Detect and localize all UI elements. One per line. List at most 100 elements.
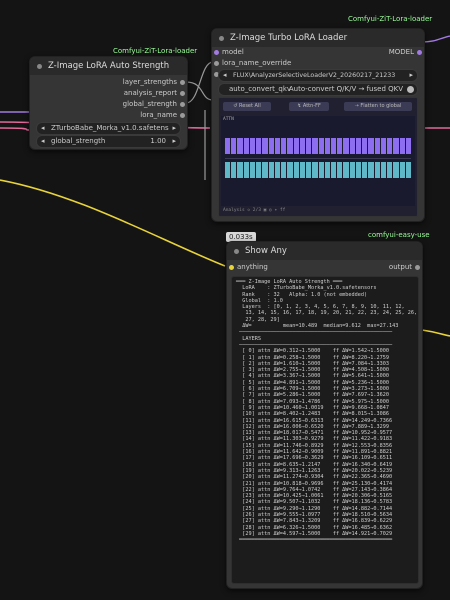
- layer-bar[interactable]: [405, 138, 412, 154]
- reset-all-button[interactable]: ↺ Reset All: [223, 102, 271, 111]
- output-dot-icon[interactable]: [180, 113, 185, 118]
- layer-bar[interactable]: [380, 138, 387, 154]
- layer-bar[interactable]: [387, 162, 393, 178]
- flatten-to-global-button[interactable]: ⇢ Flatten to global: [344, 102, 412, 111]
- layer-bar[interactable]: [262, 138, 268, 154]
- layer-bar[interactable]: [281, 138, 287, 154]
- layer-bar[interactable]: [337, 138, 343, 154]
- layer-bar[interactable]: [393, 162, 399, 178]
- input-dot-icon[interactable]: [214, 50, 219, 55]
- output-dot-icon[interactable]: [417, 50, 422, 55]
- layer-bar[interactable]: [274, 162, 281, 178]
- layer-bar[interactable]: [256, 162, 262, 178]
- layer-bar[interactable]: [318, 162, 324, 178]
- output-dot-icon[interactable]: [180, 80, 185, 85]
- output-lora-name[interactable]: lora_name: [140, 110, 177, 121]
- turbo-loader-node[interactable]: Z-Image Turbo LoRA Loader model MODEL lo…: [211, 28, 425, 222]
- input-lora-name-override[interactable]: lora_name_override: [222, 58, 291, 69]
- layer-bar[interactable]: [337, 162, 343, 178]
- layer-bar[interactable]: [231, 138, 237, 154]
- collapse-dot-icon[interactable]: [37, 64, 42, 69]
- layer-bar[interactable]: [299, 162, 306, 178]
- layer-bar[interactable]: [225, 162, 231, 178]
- layer-bar[interactable]: [306, 138, 312, 154]
- output-layer-strengths[interactable]: layer_strengths: [123, 77, 177, 88]
- auto-strength-node[interactable]: Z-Image LoRA Auto Strength layer_strengt…: [29, 56, 188, 150]
- layer-bar[interactable]: [262, 162, 268, 178]
- output-analysis-report[interactable]: analysis_report: [124, 88, 177, 99]
- auto-strength-node-title[interactable]: Z-Image LoRA Auto Strength: [30, 57, 187, 75]
- strength-graph[interactable]: ATTN: [221, 116, 415, 206]
- layer-bar[interactable]: [349, 162, 355, 178]
- chevron-left-icon[interactable]: ◂: [41, 123, 45, 134]
- chevron-right-icon[interactable]: ▸: [172, 123, 176, 134]
- layer-bar[interactable]: [393, 138, 399, 154]
- layer-bar[interactable]: [231, 162, 237, 178]
- layer-bar[interactable]: [299, 138, 306, 154]
- layer-bar[interactable]: [318, 138, 324, 154]
- layer-bar[interactable]: [368, 162, 374, 178]
- layer-bar[interactable]: [330, 162, 337, 178]
- collapse-dot-icon[interactable]: [234, 249, 239, 254]
- collapse-dot-icon[interactable]: [219, 36, 224, 41]
- chevron-left-icon[interactable]: ◂: [223, 70, 227, 81]
- layer-bar[interactable]: [249, 138, 256, 154]
- layer-bar[interactable]: [355, 138, 362, 154]
- layer-bar[interactable]: [293, 138, 299, 154]
- layer-bar[interactable]: [324, 138, 330, 154]
- layer-bar[interactable]: [374, 162, 380, 178]
- layer-bar[interactable]: [330, 138, 337, 154]
- input-dot-icon[interactable]: [229, 265, 234, 270]
- layer-bar[interactable]: [405, 162, 412, 178]
- layer-bar[interactable]: [387, 138, 393, 154]
- output-dot-icon[interactable]: [415, 265, 420, 270]
- layer-bar[interactable]: [243, 138, 249, 154]
- decrement-icon[interactable]: ◂: [41, 136, 45, 147]
- layer-bar[interactable]: [237, 138, 243, 154]
- layer-bar[interactable]: [281, 162, 287, 178]
- layer-bar[interactable]: [343, 138, 349, 154]
- turbo-loader-node-title[interactable]: Z-Image Turbo LoRA Loader: [212, 29, 424, 47]
- layer-bar[interactable]: [274, 138, 281, 154]
- layer-bar[interactable]: [380, 162, 387, 178]
- increment-icon[interactable]: ▸: [172, 136, 176, 147]
- layer-strength-editor[interactable]: ↺ Reset All ↯ Attn-FF ⇢ Flatten to globa…: [218, 97, 418, 217]
- layer-bar[interactable]: [268, 162, 274, 178]
- input-model[interactable]: model: [222, 47, 244, 58]
- show-any-node[interactable]: Show Any anything output ═══ Z-Image LoR…: [226, 241, 423, 589]
- show-any-node-title[interactable]: Show Any: [227, 242, 422, 260]
- output-dot-icon[interactable]: [180, 91, 185, 96]
- ff-bars[interactable]: [225, 162, 412, 178]
- layer-bar[interactable]: [312, 162, 318, 178]
- global-strength-number[interactable]: ◂ global_strength 1.00 ▸: [36, 135, 181, 148]
- attn-bars[interactable]: [225, 138, 412, 154]
- layer-bar[interactable]: [399, 162, 405, 178]
- layer-bar[interactable]: [362, 162, 368, 178]
- lora-select-combo[interactable]: ◂ ZTurboBabe_Morka_v1.0.safetens ▸: [36, 122, 181, 135]
- layer-bar[interactable]: [355, 162, 362, 178]
- layer-bar[interactable]: [312, 138, 318, 154]
- lora-file-combo[interactable]: ◂ FLUX\AnalyzerSelectiveLoaderV2_2026021…: [218, 69, 418, 82]
- layer-bar[interactable]: [287, 138, 293, 154]
- layer-bar[interactable]: [287, 162, 293, 178]
- layer-bar[interactable]: [306, 162, 312, 178]
- layer-bar[interactable]: [343, 162, 349, 178]
- output-dot-icon[interactable]: [180, 102, 185, 107]
- output-model[interactable]: MODEL: [389, 47, 414, 58]
- layer-bar[interactable]: [243, 162, 249, 178]
- chevron-right-icon[interactable]: ▸: [409, 70, 413, 81]
- layer-bar[interactable]: [256, 138, 262, 154]
- layer-bar[interactable]: [362, 138, 368, 154]
- layer-bar[interactable]: [374, 138, 380, 154]
- layer-bar[interactable]: [237, 162, 243, 178]
- output-output[interactable]: output: [389, 262, 412, 273]
- output-global-strength[interactable]: global_strength: [123, 99, 177, 110]
- layer-bar[interactable]: [324, 162, 330, 178]
- layer-bar[interactable]: [249, 162, 256, 178]
- layer-bar[interactable]: [368, 138, 374, 154]
- layer-bar[interactable]: [349, 138, 355, 154]
- auto-convert-qkv-toggle[interactable]: auto_convert_qkv Auto-convert Q/K/V → fu…: [218, 83, 418, 96]
- layer-bar[interactable]: [399, 138, 405, 154]
- input-anything[interactable]: anything: [237, 262, 268, 273]
- input-dot-icon[interactable]: [214, 61, 219, 66]
